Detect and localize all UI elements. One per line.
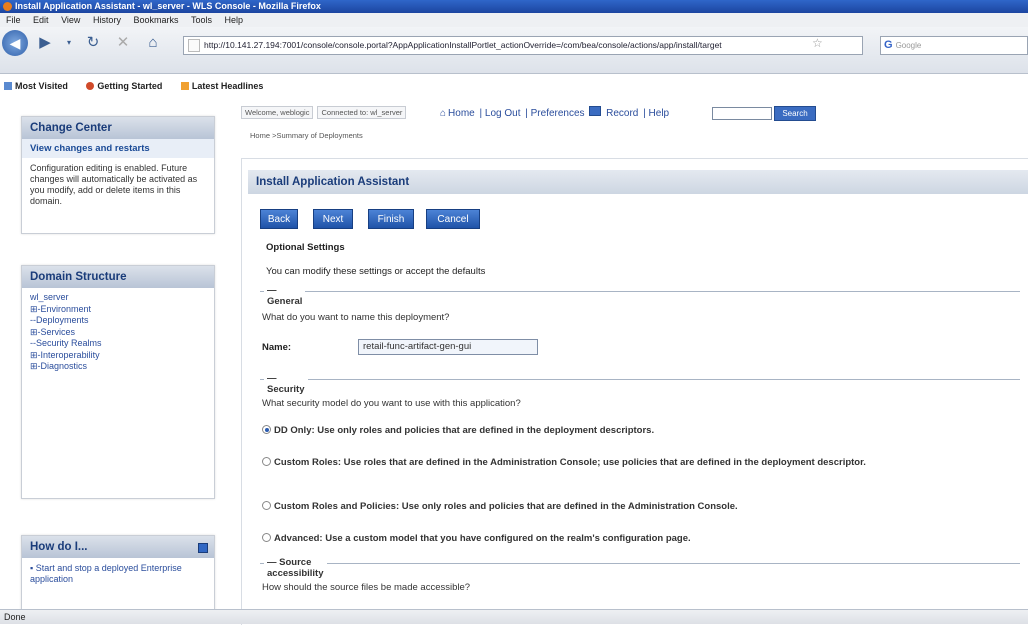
- web-search-input[interactable]: G Google: [880, 36, 1028, 55]
- tree-item-services[interactable]: ⊞-Services: [30, 327, 206, 339]
- home-link-icon: ⌂: [440, 108, 447, 119]
- security-option-custom-roles-policies[interactable]: Custom Roles and Policies: Use only role…: [262, 501, 872, 513]
- back-arrow-icon[interactable]: ◀: [2, 30, 28, 56]
- home-link[interactable]: Home: [448, 108, 475, 119]
- security-question: What security model do you want to use w…: [262, 398, 521, 409]
- name-label: Name:: [262, 342, 292, 353]
- bookmark-latest-headlines[interactable]: Latest Headlines: [177, 81, 263, 91]
- security-option-custom-roles[interactable]: Custom Roles: Use roles that are defined…: [262, 457, 872, 469]
- record-icon: [589, 106, 602, 116]
- stop-icon[interactable]: ✕: [112, 32, 134, 54]
- main-content-panel: [241, 158, 1028, 625]
- domain-tree: wl_server ⊞-Environment --Deployments ⊞-…: [22, 288, 214, 377]
- navigation-toolbar: ◀ ▶ ▾ ↻ ✕ ⌂ http://10.141.27.194:7001/co…: [0, 27, 1028, 91]
- status-text: Done: [4, 612, 26, 622]
- most-visited-icon: [4, 82, 12, 90]
- search-placeholder: Google: [895, 41, 922, 50]
- radio-checked-icon[interactable]: [262, 425, 271, 434]
- bookmark-getting-started[interactable]: Getting Started: [82, 81, 162, 91]
- how-do-i-title: How do I...: [30, 541, 88, 553]
- change-center-message: Configuration editing is enabled. Future…: [30, 163, 198, 206]
- breadcrumb[interactable]: Home >Summary of Deployments: [250, 131, 363, 140]
- menu-view[interactable]: View: [61, 15, 80, 25]
- security-label: Security: [267, 384, 305, 395]
- google-icon: G: [884, 39, 893, 51]
- record-link[interactable]: Record: [606, 108, 638, 119]
- general-label: General: [267, 296, 303, 307]
- console-top-links: ⌂ Home | Log Out | Preferences Record | H…: [440, 106, 670, 119]
- connected-text: Connected to: wl_server: [317, 106, 407, 119]
- home-icon[interactable]: ⌂: [142, 32, 164, 54]
- page-icon: [188, 39, 200, 52]
- security-option-dd-only[interactable]: DD Only: Use only roles and policies tha…: [262, 425, 872, 437]
- bookmarks-toolbar: Most Visited Getting Started Latest Head…: [0, 79, 275, 93]
- tree-item-diagnostics[interactable]: ⊞-Diagnostics: [30, 361, 206, 373]
- tree-item-security-realms[interactable]: --Security Realms: [30, 338, 206, 350]
- optional-settings-title: Optional Settings: [266, 242, 345, 253]
- welcome-text: Welcome, weblogic: [241, 106, 314, 119]
- source-question: How should the source files be made acce…: [262, 582, 471, 593]
- cancel-button[interactable]: Cancel: [426, 209, 480, 229]
- tree-item-wl-server[interactable]: wl_server: [30, 292, 206, 304]
- next-button[interactable]: Next: [313, 209, 353, 229]
- optional-settings-desc: You can modify these settings or accept …: [266, 266, 486, 277]
- logout-link[interactable]: Log Out: [485, 108, 521, 119]
- expand-icon[interactable]: [198, 543, 208, 553]
- status-bar: Done: [0, 609, 1028, 624]
- security-option-advanced[interactable]: Advanced: Use a custom model that you ha…: [262, 533, 872, 545]
- menu-bar: File Edit View History Bookmarks Tools H…: [0, 13, 1028, 27]
- tree-item-interoperability[interactable]: ⊞-Interoperability: [30, 350, 206, 362]
- console-search-input[interactable]: [712, 107, 772, 120]
- how-do-i-item[interactable]: ▪ Start and stop a deployed Enterprise a…: [30, 563, 206, 585]
- history-dropdown-icon[interactable]: ▾: [58, 32, 80, 54]
- how-do-i-panel: How do I... ▪ Start and stop a deployed …: [21, 535, 215, 617]
- bookmark-most-visited[interactable]: Most Visited: [0, 81, 68, 91]
- reload-icon[interactable]: ↻: [82, 32, 104, 54]
- url-bar[interactable]: http://10.141.27.194:7001/console/consol…: [183, 36, 863, 55]
- tree-item-environment[interactable]: ⊞-Environment: [30, 304, 206, 316]
- getting-started-icon: [86, 82, 95, 90]
- change-center-title: Change Center: [22, 117, 214, 139]
- menu-bookmarks[interactable]: Bookmarks: [133, 15, 178, 25]
- menu-tools[interactable]: Tools: [191, 15, 212, 25]
- radio-icon[interactable]: [262, 501, 271, 510]
- tree-item-deployments[interactable]: --Deployments: [30, 315, 206, 327]
- bookmark-star-icon[interactable]: ☆: [812, 36, 823, 50]
- finish-button[interactable]: Finish: [368, 209, 414, 229]
- domain-structure-title: Domain Structure: [22, 266, 214, 288]
- name-question: What do you want to name this deployment…: [262, 312, 450, 323]
- change-center-panel: Change Center View changes and restarts …: [21, 116, 215, 234]
- rss-icon: [180, 82, 189, 90]
- radio-icon[interactable]: [262, 533, 271, 542]
- window-title-bar: Install Application Assistant - wl_serve…: [0, 0, 1028, 13]
- deployment-name-input[interactable]: [358, 339, 538, 355]
- how-do-i-list: ▪ Start and stop a deployed Enterprise a…: [22, 558, 214, 590]
- domain-structure-panel: Domain Structure wl_server ⊞-Environment…: [21, 265, 215, 499]
- view-changes-link[interactable]: View changes and restarts: [22, 139, 214, 158]
- welcome-bar: Welcome, weblogic Connected to: wl_server: [241, 106, 410, 119]
- radio-icon[interactable]: [262, 457, 271, 466]
- menu-edit[interactable]: Edit: [33, 15, 49, 25]
- menu-file[interactable]: File: [6, 15, 21, 25]
- source-accessibility-label: Source accessibility: [267, 557, 324, 579]
- help-link[interactable]: Help: [649, 108, 670, 119]
- preferences-link[interactable]: Preferences: [531, 108, 585, 119]
- console-search-button[interactable]: Search: [774, 106, 816, 121]
- back-button[interactable]: Back: [260, 209, 298, 229]
- firefox-icon: [3, 2, 12, 11]
- url-text: http://10.141.27.194:7001/console/consol…: [204, 40, 722, 50]
- window-title: Install Application Assistant - wl_serve…: [15, 1, 321, 11]
- page-title: Install Application Assistant: [248, 170, 1028, 194]
- menu-help[interactable]: Help: [225, 15, 244, 25]
- forward-arrow-icon[interactable]: ▶: [34, 32, 56, 54]
- menu-history[interactable]: History: [93, 15, 121, 25]
